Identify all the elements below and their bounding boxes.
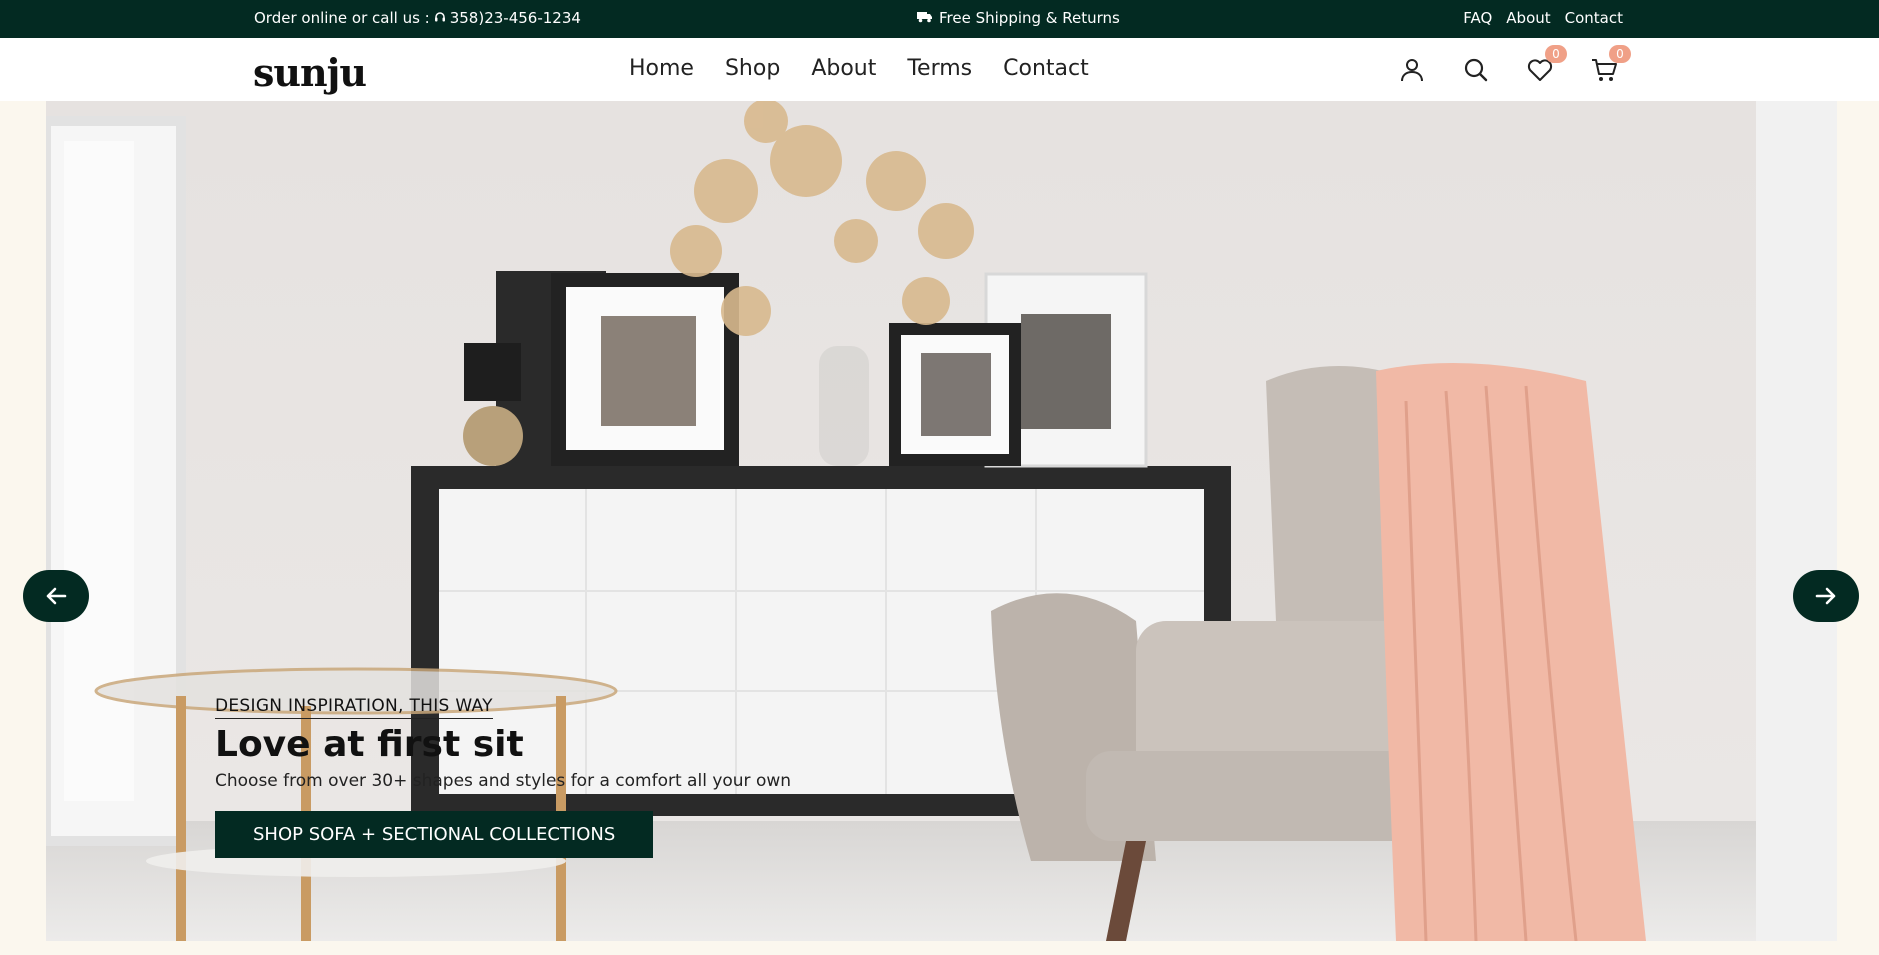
wishlist-count-badge: 0 <box>1545 45 1567 63</box>
slider-next-button[interactable] <box>1793 570 1859 622</box>
truck-icon <box>917 9 933 27</box>
account-button[interactable] <box>1395 53 1429 87</box>
top-announcement-bar: Order online or call us : 358)23-456-123… <box>0 0 1879 38</box>
wishlist-button[interactable]: 0 <box>1523 45 1567 87</box>
nav-contact[interactable]: Contact <box>1003 56 1089 81</box>
nav-home[interactable]: Home <box>629 56 694 81</box>
nav-shop[interactable]: Shop <box>725 56 780 81</box>
shipping-text: Free Shipping & Returns <box>939 9 1120 27</box>
arrow-left-icon <box>46 587 67 605</box>
nav-terms[interactable]: Terms <box>907 56 972 81</box>
order-text: Order online or call us : <box>254 9 430 27</box>
utility-links: FAQ About Contact <box>1463 9 1623 27</box>
cart-button[interactable]: 0 <box>1587 45 1631 87</box>
hero-headline: Love at first sit <box>215 724 524 765</box>
nav-about[interactable]: About <box>811 56 876 81</box>
hero-slider: DESIGN INSPIRATION, THIS WAY Love at fir… <box>46 101 1837 941</box>
search-icon <box>1464 58 1488 82</box>
arrow-right-icon <box>1815 587 1836 605</box>
hero-eyebrow: DESIGN INSPIRATION, THIS WAY <box>215 696 493 719</box>
search-button[interactable] <box>1459 53 1493 87</box>
faq-link[interactable]: FAQ <box>1463 9 1492 27</box>
hero-caption: DESIGN INSPIRATION, THIS WAY Love at fir… <box>215 696 791 858</box>
main-header: sunju Home Shop About Terms Contact 0 0 <box>0 38 1879 101</box>
site-logo[interactable]: sunju <box>253 50 367 95</box>
hero-subtext: Choose from over 30+ shapes and styles f… <box>215 771 792 791</box>
about-top-link[interactable]: About <box>1506 9 1550 27</box>
cart-count-badge: 0 <box>1609 45 1631 63</box>
slider-prev-button[interactable] <box>23 570 89 622</box>
phone-link[interactable]: 358)23-456-1234 <box>450 9 581 27</box>
user-icon <box>1401 59 1423 82</box>
shipping-notice: Free Shipping & Returns <box>917 9 1120 27</box>
shop-sofa-button[interactable]: SHOP SOFA + SECTIONAL COLLECTIONS <box>215 811 654 858</box>
contact-info: Order online or call us : 358)23-456-123… <box>254 9 581 27</box>
main-nav: Home Shop About Terms Contact <box>629 56 1089 81</box>
contact-top-link[interactable]: Contact <box>1565 9 1623 27</box>
headset-icon <box>434 9 446 27</box>
header-actions: 0 0 <box>1395 45 1631 87</box>
